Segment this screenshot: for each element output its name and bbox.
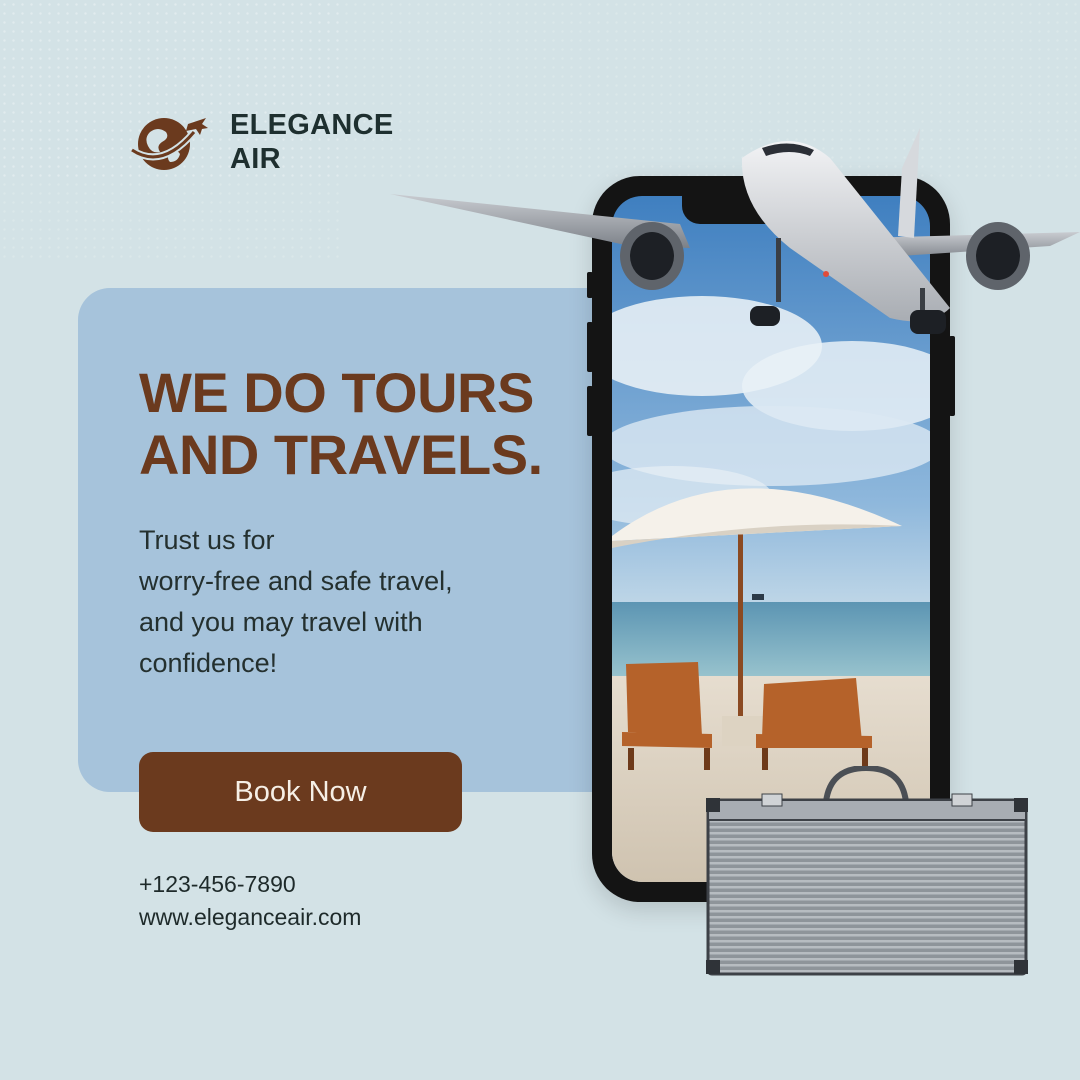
book-now-button[interactable]: Book Now — [139, 752, 462, 832]
tagline-line: worry-free and safe travel, — [139, 566, 453, 596]
contact-info: +123-456-7890 www.eleganceair.com — [139, 868, 361, 934]
website-link[interactable]: www.eleganceair.com — [139, 901, 361, 934]
tagline-line: confidence! — [139, 648, 278, 678]
phone-side-button — [587, 386, 593, 436]
globe-with-airplane-icon — [130, 118, 208, 170]
brand-logo[interactable]: ELEGANCE AIR — [130, 108, 394, 176]
suitcase-illustration — [706, 766, 1028, 976]
tagline-line: and you may travel with — [139, 607, 423, 637]
airplane-illustration — [390, 128, 1080, 334]
hero-headline: WE DO TOURS AND TRAVELS. — [139, 362, 579, 486]
headline-line: AND TRAVELS. — [139, 423, 543, 486]
phone-number[interactable]: +123-456-7890 — [139, 868, 361, 901]
brand-name-line2: AIR — [230, 143, 281, 175]
tagline-line: Trust us for — [139, 525, 275, 555]
hero-tagline: Trust us for worry-free and safe travel,… — [139, 520, 559, 684]
phone-side-button — [949, 336, 955, 416]
brand-name-line1: ELEGANCE — [230, 109, 394, 141]
headline-line: WE DO TOURS — [139, 361, 534, 424]
